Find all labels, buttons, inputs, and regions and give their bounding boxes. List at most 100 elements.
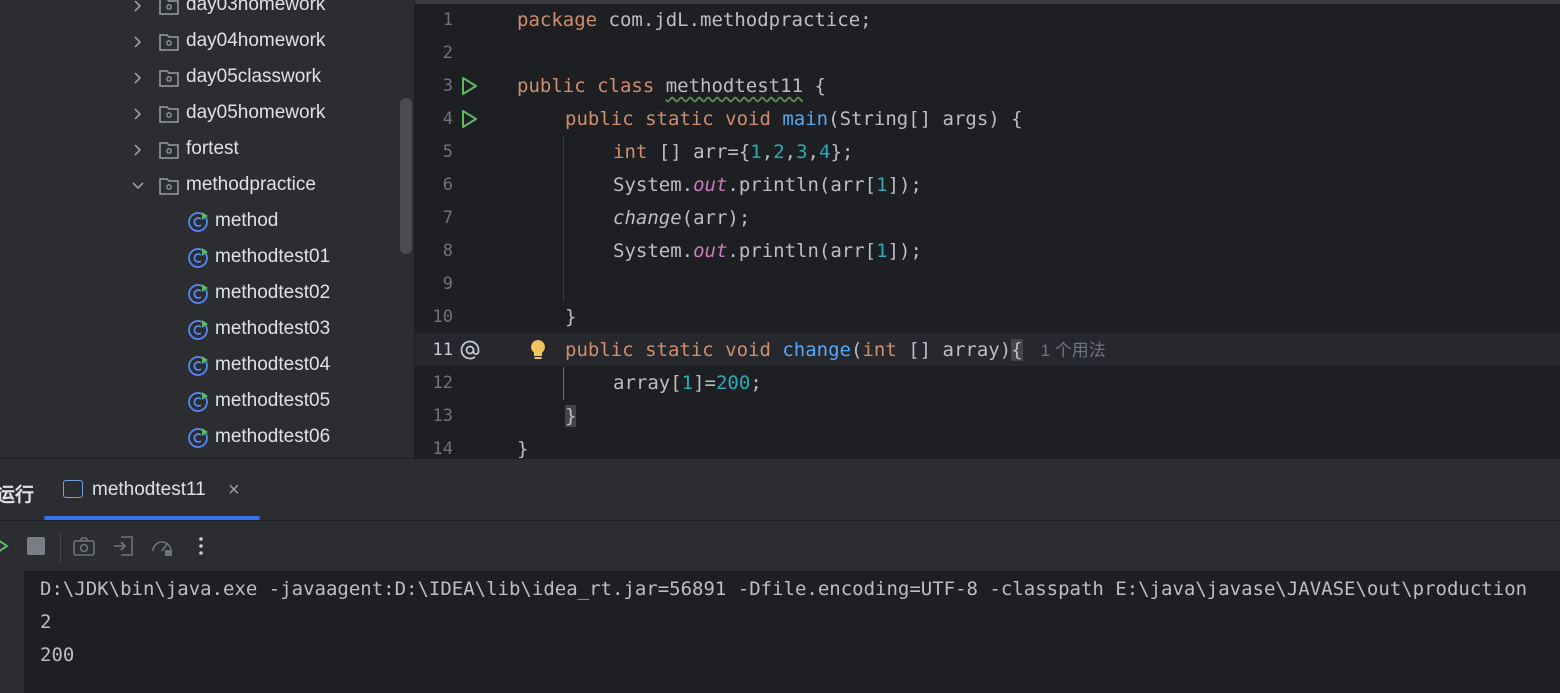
line-number: 9 (442, 274, 453, 294)
tree-item-label: methodtest01 (215, 246, 331, 267)
code-token: (arr); (681, 207, 751, 229)
tree-item-label: methodtest05 (215, 390, 331, 411)
code-line-1: package com.jdL.methodpractice; (517, 4, 872, 37)
rerun-icon[interactable] (0, 534, 16, 558)
chevron-right-icon[interactable] (131, 0, 145, 13)
lightbulb-icon[interactable] (527, 338, 549, 362)
indent-guide (563, 367, 564, 400)
code-line-10: } (565, 301, 576, 334)
code-line-13: } (565, 400, 577, 433)
annotation-at-icon[interactable] (459, 339, 481, 361)
tree-scrollbar[interactable] (400, 98, 412, 254)
toolbar-divider (0, 520, 1560, 521)
tree-item-class[interactable]: methodtest06 (0, 420, 400, 456)
line-number: 3 (442, 76, 453, 96)
chevron-right-icon[interactable] (131, 107, 145, 121)
tree-item-label: methodtest02 (215, 282, 331, 303)
run-config-tab[interactable]: methodtest11 × (44, 458, 260, 520)
code-token: int (613, 141, 648, 163)
tree-item-class[interactable]: method (0, 204, 400, 240)
camera-icon[interactable] (72, 534, 96, 558)
tree-item-label: methodtest03 (215, 318, 331, 339)
code-token: [] array) (896, 339, 1012, 361)
line-number-active: 11 (432, 340, 453, 360)
java-class-icon (188, 320, 208, 340)
tree-item-folder[interactable]: day05homework (0, 96, 400, 132)
tree-item-class[interactable]: methodtest05 (0, 384, 400, 420)
code-token: 4 (819, 141, 831, 163)
stop-icon[interactable] (24, 534, 48, 558)
tree-item-class[interactable]: methodtest04 (0, 348, 400, 384)
package-folder-icon (159, 178, 179, 195)
tree-item-folder[interactable]: fortest (0, 132, 400, 168)
code-editor[interactable]: 1 2 3 4 5 6 7 8 9 10 11 12 13 14 package… (415, 0, 1560, 458)
chevron-right-icon[interactable] (131, 143, 145, 157)
java-class-icon (188, 212, 208, 232)
code-token: main (782, 108, 829, 130)
code-token: .println(arr[ (727, 174, 877, 196)
tree-item-label: methodtest06 (215, 426, 331, 447)
code-token: { (803, 75, 826, 97)
package-folder-icon (159, 0, 179, 15)
code-token: }; (830, 141, 854, 163)
code-token: public static void (565, 339, 771, 361)
run-class-icon[interactable] (459, 76, 479, 96)
line-number: 5 (442, 142, 453, 162)
run-main-icon[interactable] (459, 109, 479, 129)
code-token: 200 (715, 372, 751, 394)
code-token: ]); (887, 240, 922, 262)
more-options-icon[interactable] (189, 534, 213, 558)
tree-item-label: day05homework (186, 102, 326, 123)
import-icon[interactable] (112, 534, 136, 558)
console-line: D:\JDK\bin\java.exe -javaagent:D:\IDEA\l… (40, 578, 1528, 600)
code-token: 3 (796, 141, 808, 163)
tree-item-label: day04homework (186, 30, 326, 51)
code-token: } (517, 438, 529, 458)
line-number: 10 (432, 307, 453, 327)
code-token: System. (613, 240, 694, 262)
tree-item-class[interactable]: methodtest03 (0, 312, 400, 348)
chevron-down-icon[interactable] (131, 179, 145, 193)
code-token: 1 (876, 240, 888, 262)
line-number: 2 (442, 43, 453, 63)
code-token: out (693, 174, 728, 196)
code-token: out (693, 240, 728, 262)
indent-guide (563, 136, 564, 301)
chevron-right-icon[interactable] (131, 35, 145, 49)
package-folder-icon (159, 142, 179, 159)
console-output[interactable]: D:\JDK\bin\java.exe -javaagent:D:\IDEA\l… (24, 571, 1560, 693)
tree-item-class[interactable]: methodtest01 (0, 240, 400, 276)
tree-item-class[interactable]: methodtest02 (0, 276, 400, 312)
code-token: array[ (613, 372, 682, 394)
code-line-11: public static void change(int [] array){… (565, 334, 1106, 367)
tree-item-folder[interactable]: day04homework (0, 24, 400, 60)
project-tree-panel: day03homework day04homework day05classwo… (0, 0, 414, 458)
close-tab-button[interactable]: × (228, 479, 240, 502)
tree-item-folder[interactable]: day05classwork (0, 60, 400, 96)
java-class-icon (188, 356, 208, 376)
usage-hint[interactable]: 1 个用法 (1041, 341, 1106, 360)
line-number: 4 (442, 109, 453, 129)
tree-item-label: day05classwork (186, 66, 322, 87)
console-line: 200 (40, 644, 75, 666)
code-token-class-name: methodtest11 (665, 75, 804, 97)
code-token: System. (613, 174, 694, 196)
console-gutter (0, 571, 24, 693)
tree-item-folder-expanded[interactable]: methodpractice (0, 168, 400, 204)
code-line-14: } (517, 433, 528, 458)
code-token: ; (750, 372, 762, 394)
code-line-7: change(arr); (613, 202, 750, 235)
tree-item-folder[interactable]: day03homework (0, 0, 400, 24)
code-token-matched-brace: { (1011, 339, 1023, 361)
java-class-icon (188, 284, 208, 304)
code-token: com.jdL.methodpractice; (597, 9, 872, 31)
profiler-gauge-icon[interactable] (150, 534, 174, 558)
code-token: (String[] args) { (828, 108, 1023, 130)
code-token: 1 (681, 372, 694, 394)
chevron-right-icon[interactable] (131, 71, 145, 85)
code-token: public class (517, 75, 655, 97)
package-folder-icon (159, 34, 179, 51)
code-token: public static void (565, 108, 771, 130)
run-tool-window: 运行 methodtest11 × D:\JDK\bin\java.exe -j… (0, 458, 1560, 693)
code-line-3: public class methodtest11 { (517, 70, 826, 103)
